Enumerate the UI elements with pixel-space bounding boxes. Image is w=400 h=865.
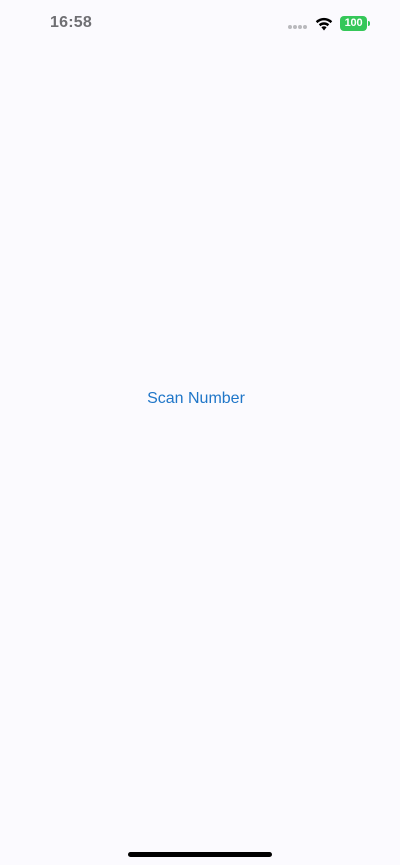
status-time: 16:58	[50, 14, 92, 31]
signal-icon	[288, 25, 308, 30]
scan-number-button[interactable]: Scan Number	[96, 384, 296, 414]
app-screen: 16:58 100 Scan Number	[0, 0, 400, 865]
battery-tip	[368, 21, 370, 26]
home-indicator[interactable]	[128, 852, 272, 857]
status-bar: 16:58 100	[0, 0, 400, 48]
battery-level: 100	[344, 17, 363, 29]
wifi-icon	[315, 17, 333, 31]
battery-icon: 100	[340, 16, 371, 31]
